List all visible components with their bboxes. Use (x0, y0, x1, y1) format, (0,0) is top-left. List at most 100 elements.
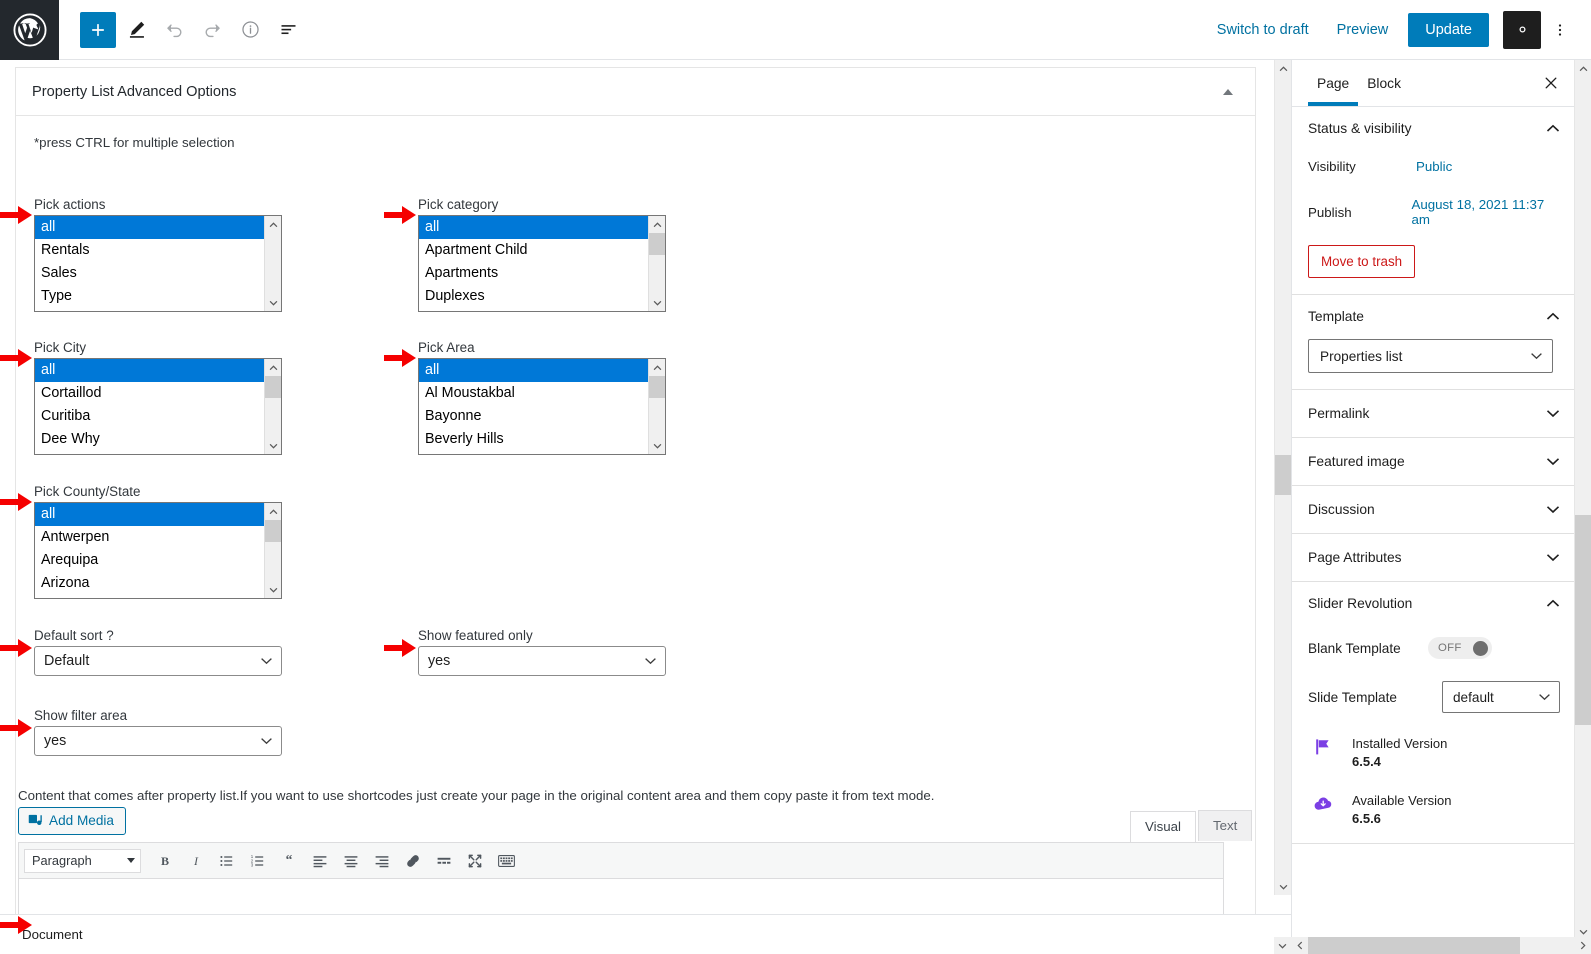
blockquote-button[interactable]: “ (274, 847, 304, 875)
scroll-up-arrow[interactable] (1575, 60, 1591, 77)
move-to-trash-button[interactable]: Move to trash (1308, 245, 1416, 278)
update-button[interactable]: Update (1408, 12, 1489, 47)
list-item[interactable]: Arizona (35, 572, 264, 595)
scroll-down-arrow[interactable] (649, 437, 665, 454)
list-item[interactable]: all (419, 359, 648, 382)
scroll-up-arrow[interactable] (265, 359, 281, 376)
list-item[interactable]: Beverly Hills (419, 428, 648, 451)
sidebar-vertical-scrollbar[interactable] (1574, 60, 1591, 940)
content-scroll-down-arrow[interactable] (1274, 937, 1291, 954)
close-sidebar-button[interactable] (1536, 68, 1566, 98)
content-vertical-scrollbar[interactable] (1274, 60, 1291, 895)
scroll-down-arrow[interactable] (265, 294, 281, 311)
template-select[interactable]: Properties list (1308, 339, 1553, 373)
scroll-right-arrow[interactable] (1574, 937, 1591, 954)
section-status-visibility-header[interactable]: Status & visibility (1308, 121, 1560, 136)
scroll-left-arrow[interactable] (1291, 937, 1308, 954)
redo-button[interactable] (194, 12, 230, 48)
scrollbar-thumb[interactable] (1575, 515, 1591, 725)
edit-tool-button[interactable] (118, 12, 154, 48)
scrollbar-thumb[interactable] (265, 376, 281, 398)
tab-visual[interactable]: Visual (1130, 811, 1196, 842)
show-featured-only-select[interactable]: yes (418, 646, 666, 676)
default-sort-select[interactable]: Default (34, 646, 282, 676)
blank-template-toggle[interactable]: OFF (1428, 637, 1492, 659)
tab-page[interactable]: Page (1308, 61, 1359, 106)
toolbar-toggle-button[interactable] (491, 847, 521, 875)
listbox-scrollbar[interactable] (648, 359, 665, 454)
listbox-scrollbar[interactable] (264, 359, 281, 454)
list-item[interactable]: Duplexes (419, 285, 648, 308)
scroll-up-arrow[interactable] (649, 216, 665, 233)
section-featured-image[interactable]: Featured image (1292, 438, 1576, 486)
switch-to-draft-button[interactable]: Switch to draft (1203, 14, 1323, 46)
show-filter-area-select[interactable]: yes (34, 726, 282, 756)
listbox-pick-category[interactable]: all Apartment Child Apartments Duplexes (418, 215, 666, 312)
list-item[interactable]: all (35, 503, 264, 526)
scrollbar-thumb[interactable] (1308, 937, 1520, 954)
list-item[interactable]: Antwerpen (35, 526, 264, 549)
list-item[interactable]: Cortaillod (35, 382, 264, 405)
section-template-header[interactable]: Template (1308, 309, 1560, 324)
bulleted-list-button[interactable] (212, 847, 242, 875)
wordpress-logo-button[interactable] (0, 0, 59, 60)
details-button[interactable] (232, 12, 268, 48)
scroll-up-arrow[interactable] (265, 216, 281, 233)
section-discussion[interactable]: Discussion (1292, 486, 1576, 534)
italic-button[interactable]: I (181, 847, 211, 875)
settings-button[interactable] (1503, 10, 1541, 49)
list-item[interactable]: Bayonne (419, 405, 648, 428)
fullscreen-button[interactable] (460, 847, 490, 875)
insert-link-button[interactable] (398, 847, 428, 875)
visibility-value[interactable]: Public (1416, 159, 1452, 174)
scroll-down-arrow[interactable] (1275, 878, 1291, 895)
panel-collapse-toggle[interactable] (1217, 81, 1239, 103)
list-item[interactable]: Sales (35, 262, 264, 285)
scrollbar-thumb[interactable] (649, 376, 665, 398)
listbox-pick-area[interactable]: all Al Moustakbal Bayonne Beverly Hills (418, 358, 666, 455)
read-more-button[interactable] (429, 847, 459, 875)
listbox-scrollbar[interactable] (264, 503, 281, 598)
slide-template-select[interactable]: default (1442, 681, 1560, 713)
listbox-pick-city[interactable]: all Cortaillod Curitiba Dee Why (34, 358, 282, 455)
add-media-button[interactable]: Add Media (18, 807, 126, 835)
scrollbar-thumb[interactable] (1275, 455, 1291, 495)
list-item[interactable]: Arequipa (35, 549, 264, 572)
preview-button[interactable]: Preview (1323, 14, 1403, 46)
scroll-down-arrow[interactable] (265, 437, 281, 454)
list-item[interactable]: Rentals (35, 239, 264, 262)
add-block-button[interactable] (80, 11, 116, 48)
tab-text[interactable]: Text (1197, 810, 1253, 841)
listbox-pick-county-state[interactable]: all Antwerpen Arequipa Arizona (34, 502, 282, 599)
numbered-list-button[interactable]: 123 (243, 847, 273, 875)
listbox-scrollbar[interactable] (264, 216, 281, 311)
scroll-down-arrow[interactable] (265, 581, 281, 598)
section-page-attributes[interactable]: Page Attributes (1292, 534, 1576, 582)
paragraph-format-select[interactable]: Paragraph (24, 848, 141, 873)
align-center-button[interactable] (336, 847, 366, 875)
scroll-up-arrow[interactable] (265, 503, 281, 520)
listbox-scrollbar[interactable] (648, 216, 665, 311)
scroll-up-arrow[interactable] (1275, 60, 1291, 77)
scroll-down-arrow[interactable] (649, 294, 665, 311)
list-item[interactable]: all (35, 359, 264, 382)
publish-value[interactable]: August 18, 2021 11:37 am (1411, 197, 1560, 227)
align-left-button[interactable] (305, 847, 335, 875)
section-permalink[interactable]: Permalink (1292, 390, 1576, 438)
section-slider-revolution-header[interactable]: Slider Revolution (1308, 596, 1560, 611)
horizontal-scrollbar[interactable] (1291, 937, 1591, 954)
list-item[interactable]: Dee Why (35, 428, 264, 451)
list-item[interactable]: Apartment Child (419, 239, 648, 262)
list-item[interactable]: all (35, 216, 264, 239)
list-item[interactable]: all (419, 216, 648, 239)
tab-block[interactable]: Block (1358, 61, 1410, 105)
more-options-button[interactable] (1543, 11, 1577, 49)
list-item[interactable]: Apartments (419, 262, 648, 285)
list-item[interactable]: Type (35, 285, 264, 308)
list-item[interactable]: Curitiba (35, 405, 264, 428)
align-right-button[interactable] (367, 847, 397, 875)
scrollbar-thumb[interactable] (649, 233, 665, 255)
listbox-pick-actions[interactable]: all Rentals Sales Type (34, 215, 282, 312)
bold-button[interactable]: B (150, 847, 180, 875)
undo-button[interactable] (156, 12, 192, 48)
